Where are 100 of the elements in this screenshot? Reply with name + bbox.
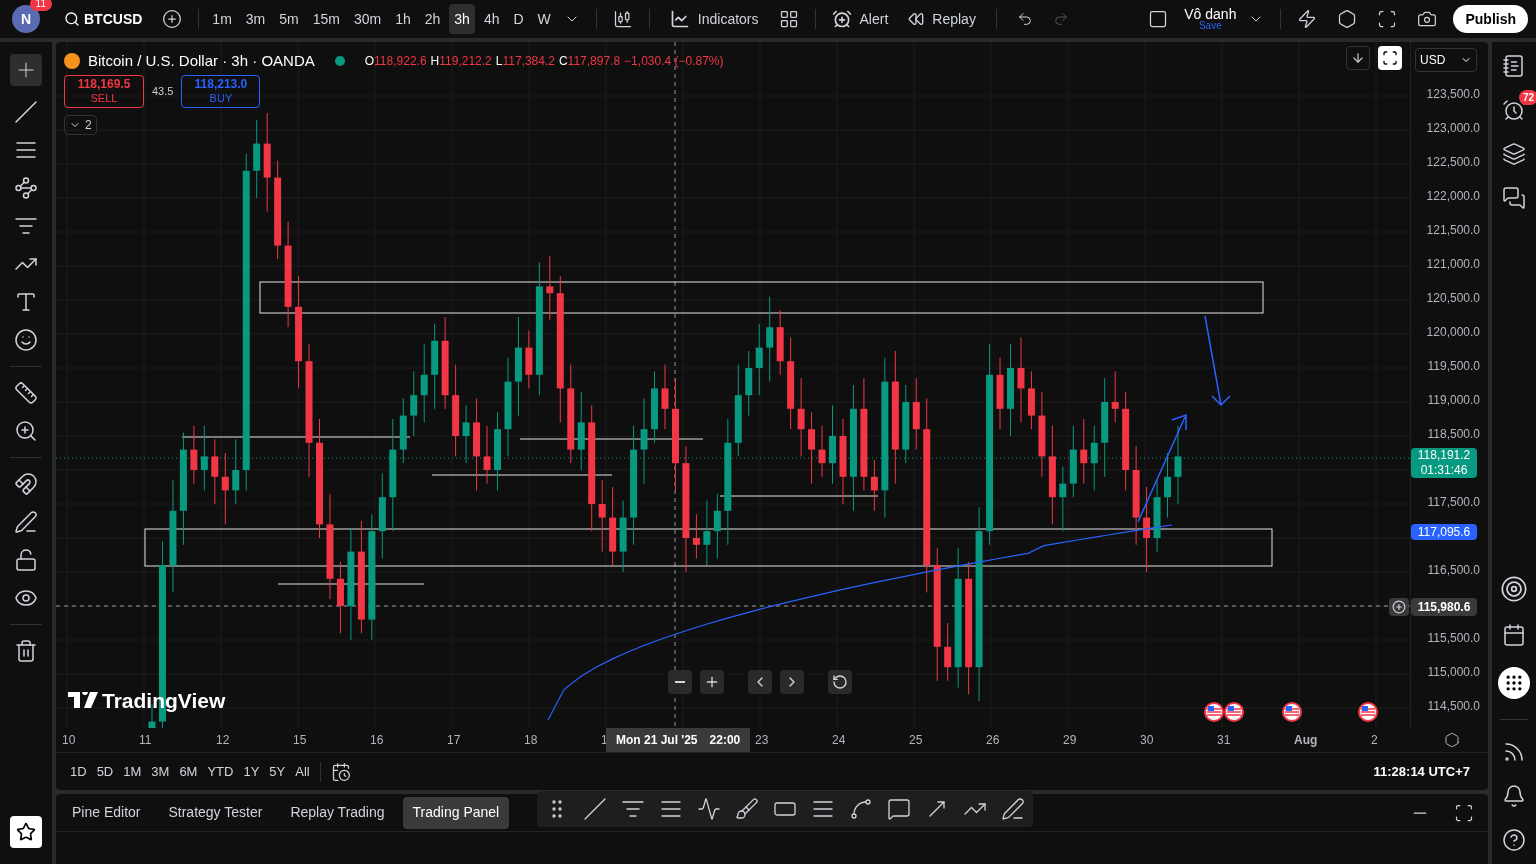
ohlc-value: C117,897.8 [558, 53, 621, 71]
pencil-icon[interactable] [14, 510, 38, 534]
chart-nav-button[interactable] [828, 670, 852, 694]
clock-text[interactable]: 11:28:14 UTC+7 [1373, 761, 1474, 782]
layers-icon[interactable] [1502, 142, 1526, 166]
us-flag-icon [1282, 702, 1302, 722]
price-tick: 117,500.0 [1427, 494, 1480, 510]
magnet-icon[interactable] [14, 472, 38, 496]
brush-icon[interactable] [735, 796, 760, 821]
candles-icon[interactable] [612, 9, 633, 29]
lightning-icon[interactable] [1297, 9, 1318, 29]
trash-icon[interactable] [14, 639, 38, 663]
zoom-in-icon[interactable] [14, 419, 38, 443]
interval-button[interactable]: 1m [207, 4, 237, 34]
chart-nav-button[interactable] [700, 670, 724, 694]
trend-line-icon[interactable] [14, 100, 38, 124]
interval-button[interactable]: W [532, 4, 556, 34]
plus-circle-icon [1392, 600, 1406, 614]
time-tick: 15 [293, 733, 307, 747]
smiley-icon[interactable] [14, 328, 38, 352]
price-tick: 123,000.0 [1426, 120, 1480, 136]
ruler-icon[interactable] [14, 381, 38, 405]
add-symbol-icon[interactable] [162, 9, 183, 29]
save-link[interactable]: Save [1198, 21, 1222, 31]
auto-scale-button[interactable] [1378, 46, 1402, 70]
time-tick: 26 [986, 733, 1000, 747]
chat-icon[interactable] [1502, 186, 1526, 210]
calendar-icon[interactable] [330, 761, 351, 782]
panel-tab[interactable]: Pine Editor [62, 796, 151, 829]
feed-icon[interactable] [1502, 740, 1526, 764]
add-level-button[interactable] [1389, 598, 1409, 616]
buy-button[interactable]: 118,213.0 BUY [181, 75, 261, 108]
range-button[interactable]: 5D [96, 761, 114, 782]
indicators-button[interactable]: Indicators [661, 9, 767, 29]
interval-button[interactable]: 3h [449, 4, 475, 34]
zone-rectangle[interactable] [259, 281, 1264, 314]
range-button[interactable]: All [295, 761, 310, 782]
sell-button[interactable]: 118,169.5 SELL [64, 75, 144, 108]
range-button[interactable]: 5Y [269, 761, 286, 782]
range-button[interactable]: 1M [123, 761, 142, 782]
settings-icon[interactable] [1337, 9, 1358, 29]
apps-button[interactable] [1498, 667, 1530, 699]
arrow[interactable] [1204, 315, 1231, 407]
square-icon[interactable] [1148, 9, 1169, 29]
watchlist-icon[interactable] [1502, 54, 1526, 78]
range-button[interactable]: 1Y [243, 761, 260, 782]
pen-icon[interactable] [1001, 796, 1026, 821]
time-tick: 10 [62, 733, 76, 747]
scroll-down-button[interactable] [1346, 46, 1370, 70]
price-tick: 120,000.0 [1426, 324, 1480, 340]
bell-icon[interactable] [1502, 784, 1526, 808]
range-button[interactable]: 3M [151, 761, 170, 782]
layout-name[interactable]: Vô danh [1184, 7, 1237, 21]
panel-tab[interactable]: Strategy Tester [158, 796, 273, 829]
layout-grid-icon[interactable] [778, 9, 799, 29]
camera-icon[interactable] [1417, 9, 1438, 29]
interval-button[interactable]: 15m [307, 4, 345, 34]
symbol-search[interactable]: BTCUSD [56, 9, 151, 29]
replay-button[interactable]: Replay [900, 9, 984, 29]
pattern-icon[interactable] [14, 176, 38, 200]
panel-tab[interactable]: Replay Trading [280, 796, 395, 829]
trend-line-icon[interactable] [583, 796, 608, 821]
settings-icon[interactable] [1444, 732, 1460, 748]
publish-button[interactable]: Publish [1453, 5, 1528, 33]
undo-icon[interactable] [1016, 11, 1033, 27]
interval-button[interactable]: 30m [348, 4, 387, 34]
interval-button[interactable]: D [508, 4, 529, 34]
range-button[interactable]: 6M [179, 761, 198, 782]
price-tick: 122,500.0 [1426, 154, 1480, 170]
alerts-badge: 72 [1518, 90, 1536, 105]
callout-icon[interactable] [887, 796, 912, 821]
interval-button[interactable]: 5m [274, 4, 304, 34]
wave-icon[interactable] [697, 796, 722, 821]
fullscreen-icon[interactable] [1377, 9, 1398, 29]
target-icon[interactable] [1500, 575, 1528, 603]
help-icon[interactable] [1502, 828, 1526, 852]
arrow[interactable] [1137, 413, 1187, 523]
calendar-icon[interactable] [1502, 623, 1526, 647]
interval-button[interactable]: 3m [240, 4, 271, 34]
indicators-collapse-button[interactable]: 2 [64, 115, 97, 135]
maximize-icon[interactable] [1454, 802, 1474, 823]
time-tick: 31 [1217, 733, 1231, 747]
range-button[interactable]: YTD [207, 761, 234, 782]
panel-tab[interactable]: Trading Panel [402, 796, 510, 829]
currency-select[interactable]: USD [1415, 48, 1477, 72]
interval-button[interactable]: 2h [419, 4, 446, 34]
path-icon[interactable] [849, 796, 874, 821]
zone-rectangle[interactable] [144, 528, 1273, 567]
zoom-out-button[interactable] [668, 670, 692, 694]
interval-button[interactable]: 4h [478, 4, 505, 34]
price-tick: 120,500.0 [1426, 290, 1480, 306]
crosshair-tool[interactable] [10, 54, 42, 86]
text-icon[interactable] [14, 290, 38, 314]
range-button[interactable]: 1D [70, 761, 87, 782]
unlock-icon[interactable] [14, 548, 38, 572]
favorites-button[interactable] [10, 816, 42, 848]
interval-button[interactable]: 1h [390, 4, 416, 34]
minus-icon [675, 681, 685, 683]
alert-button[interactable]: Alert [823, 9, 897, 29]
price-tick: 119,500.0 [1427, 358, 1480, 374]
